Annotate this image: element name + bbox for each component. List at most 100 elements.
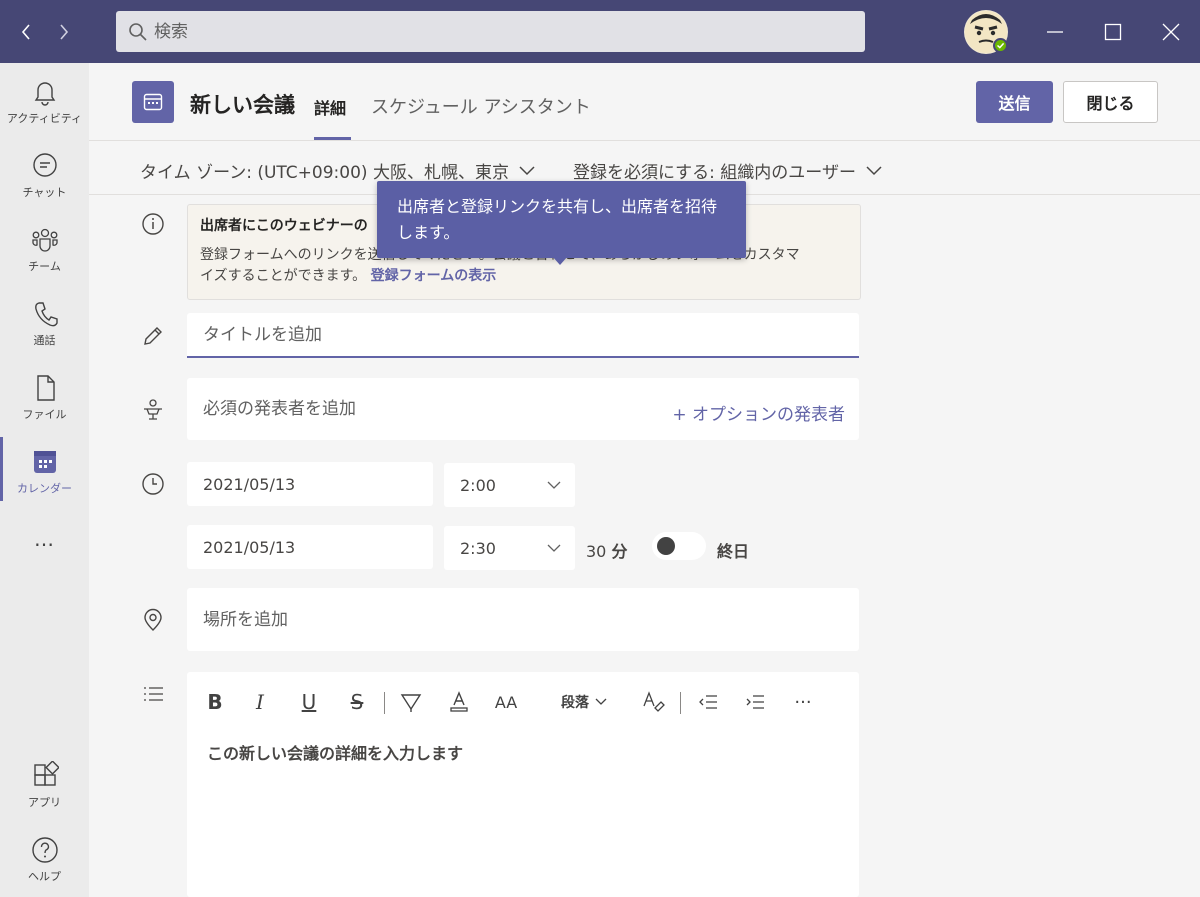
rail-item-apps[interactable]: アプリ [0,761,89,831]
registration-label: 登録を必須にする: 組織内のユーザー [573,163,856,183]
start-date-field[interactable]: 2021/05/13 [187,462,433,506]
rail-item-calendar[interactable]: カレンダー [0,447,89,517]
tab-scheduling-assistant[interactable]: スケジュール アシスタント [371,93,591,119]
chat-icon [32,153,57,177]
more-options-icon[interactable]: ··· [791,690,815,714]
clear-formatting-icon[interactable] [641,690,667,714]
close-icon [1162,23,1180,41]
font-color-icon[interactable] [447,690,471,714]
presenter-field[interactable]: + オプションの発表者 [187,378,859,440]
page-title: 新しい会議 [190,93,295,117]
forward-button[interactable] [51,18,77,46]
teams-icon [31,228,58,252]
info-icon [140,211,166,237]
rail-item-help[interactable]: ヘルプ [0,835,89,897]
registration-dropdown[interactable]: 登録を必須にする: 組織内のユーザー [573,158,882,183]
end-date-field[interactable]: 2021/05/13 [187,525,433,569]
paragraph-label: 段落 [561,695,589,711]
end-time-dropdown[interactable]: 2:30 [444,526,575,570]
more-icon: … [34,527,55,551]
app-rail: アクティビティ チャット チーム 通話 ファイル カレンダー … アプリ ヘルプ [0,63,89,897]
font-size-icon[interactable]: AA [493,690,519,714]
rail-item-activity[interactable]: アクティビティ [0,77,89,147]
bold-icon[interactable]: B [205,690,225,714]
back-button[interactable] [13,18,39,46]
minimize-button[interactable] [1037,14,1073,50]
end-time: 2:30 [460,538,496,558]
search-input[interactable] [154,21,834,42]
close-window-button[interactable] [1153,14,1189,50]
maximize-button[interactable] [1095,14,1131,50]
rail-item-label: 通話 [33,334,56,347]
rail-item-more[interactable]: … [0,527,89,597]
chevron-down-icon [519,165,535,175]
duration-label: 30 分 [586,538,627,562]
rail-item-label: アクティビティ [6,112,83,125]
highlight-icon[interactable] [399,690,423,714]
underline-icon[interactable]: U [299,690,319,714]
maximize-icon [1104,23,1122,41]
timezone-dropdown[interactable]: タイム ゾーン: (UTC+09:00) 大阪、札幌、東京 [140,158,535,183]
all-day-toggle[interactable] [652,532,706,560]
optional-presenter-link[interactable]: + オプションの発表者 [672,400,845,425]
calendar-icon [143,93,163,111]
duration-unit: 分 [611,542,628,561]
view-registration-form-link[interactable]: 登録フォームの表示 [371,268,497,284]
search-box[interactable] [116,11,865,52]
pencil-icon [140,323,166,349]
rail-item-label: カレンダー [17,482,72,495]
search-icon [129,22,147,41]
clock-icon [140,471,166,497]
rail-item-teams[interactable]: チーム [0,225,89,295]
increase-indent-icon[interactable] [743,690,767,714]
presence-available-icon [993,38,1008,53]
rail-item-label: チーム [28,260,61,273]
end-date: 2021/05/13 [203,537,296,557]
close-button[interactable]: 閉じる [1063,81,1158,123]
rail-item-label: チャット [22,186,67,199]
location-input[interactable] [203,609,859,630]
chevron-left-icon [21,24,30,40]
title-field[interactable] [187,313,859,358]
rail-item-label: ファイル [22,408,67,421]
toolbar-divider [384,692,385,714]
toolbar-divider [680,692,681,714]
rail-item-label: ヘルプ [28,870,61,883]
details-list-icon [140,681,166,707]
decrease-indent-icon[interactable] [696,690,720,714]
title-bar [0,0,1200,63]
chevron-down-icon [595,698,607,705]
details-placeholder: この新しい会議の詳細を入力します [207,744,464,763]
meeting-badge [132,81,174,123]
chevron-right-icon [60,24,69,40]
toggle-knob [657,537,675,555]
rail-item-files[interactable]: ファイル [0,373,89,443]
tab-details[interactable]: 詳細 [314,95,346,119]
details-editor[interactable]: B I U S AA 段落 ··· この新しい会議の詳細を入力します [187,672,859,897]
presenter-icon [140,397,166,423]
bell-icon [34,82,55,106]
italic-icon[interactable]: I [250,690,270,714]
rail-item-label: アプリ [28,796,61,809]
rail-item-calls[interactable]: 通話 [0,299,89,369]
paragraph-dropdown[interactable]: 段落 [555,690,613,714]
start-time-dropdown[interactable]: 2:00 [444,463,575,507]
phone-icon [34,302,58,327]
start-date: 2021/05/13 [203,474,296,494]
chevron-down-icon [866,165,882,175]
help-icon [31,837,58,863]
title-input[interactable] [203,324,859,345]
share-link-tooltip: 出席者と登録リンクを共有し、出席者を招待します。 [377,181,746,258]
tooltip-tail [552,256,568,265]
start-time: 2:00 [460,475,496,495]
rail-item-chat[interactable]: チャット [0,151,89,221]
send-button[interactable]: 送信 [976,81,1053,123]
location-field[interactable] [187,588,859,651]
required-presenter-input[interactable] [203,399,643,419]
chevron-down-icon [547,481,561,489]
location-icon [140,607,166,633]
strikethrough-icon[interactable]: S [347,690,367,714]
chevron-down-icon [547,544,561,552]
duration-number: 30 [586,542,607,561]
all-day-label: 終日 [717,542,750,561]
